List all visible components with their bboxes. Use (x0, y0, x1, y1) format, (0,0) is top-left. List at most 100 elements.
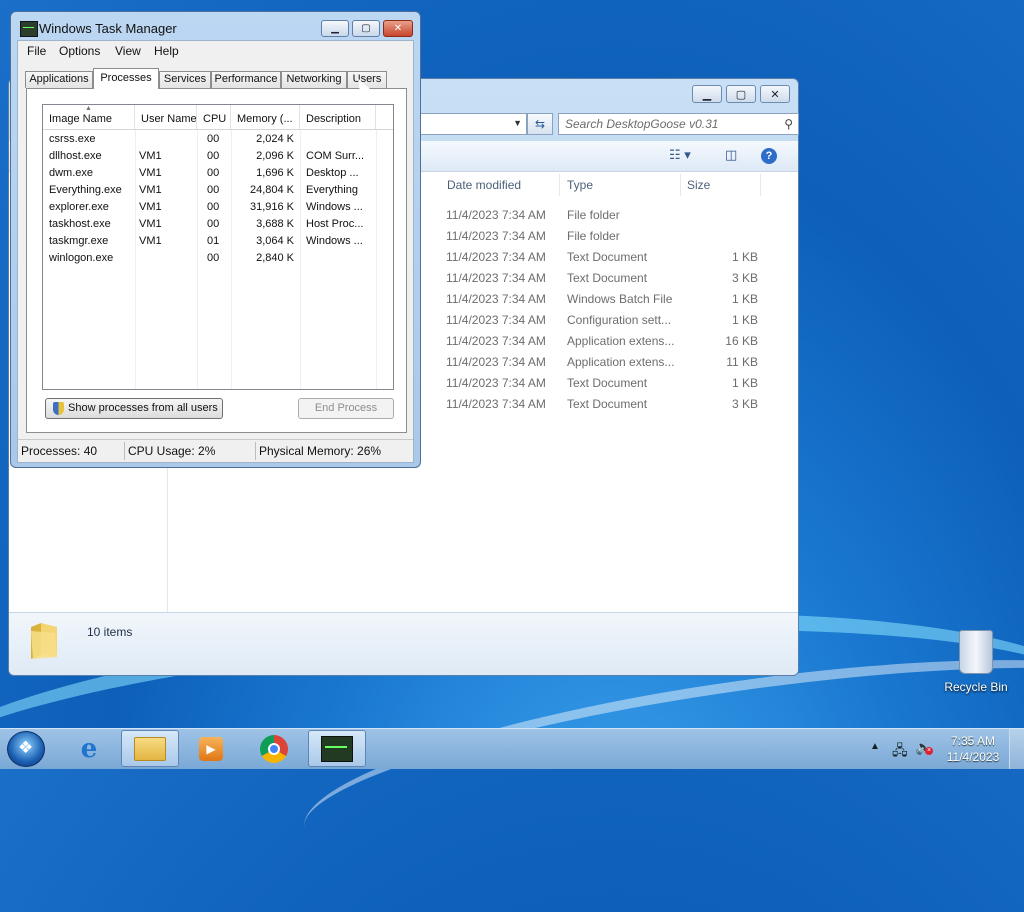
file-type: Text Document (567, 376, 648, 390)
taskbar-chrome[interactable] (245, 730, 303, 767)
process-description: Windows ... (306, 201, 363, 213)
chrome-icon (260, 734, 288, 763)
process-description: COM Surr... (306, 150, 365, 162)
table-row[interactable]: csrss.exe 00 2,024 K (43, 131, 393, 148)
process-name: Everything.exe (49, 184, 122, 196)
file-date: 11/4/2023 7:34 AM (446, 313, 546, 327)
table-row[interactable]: Everything.exe VM1 00 24,804 K Everything (43, 182, 393, 199)
column-type[interactable]: Type (567, 178, 593, 192)
close-button[interactable]: ✕ (760, 85, 790, 103)
column-image-name[interactable]: ▲ Image Name (43, 105, 135, 129)
process-memory: 2,024 K (256, 133, 294, 145)
column-cpu[interactable]: CPU (197, 105, 231, 129)
table-row[interactable]: dwm.exe VM1 00 1,696 K Desktop ... (43, 165, 393, 182)
menu-help[interactable]: Help (154, 44, 179, 58)
file-size: 1 KB (731, 313, 758, 327)
column-separator[interactable] (680, 174, 681, 196)
process-cpu: 00 (207, 150, 220, 162)
network-icon[interactable]: 🖧 (892, 740, 908, 764)
column-size[interactable]: Size (687, 178, 710, 192)
table-row[interactable]: dllhost.exe VM1 00 2,096 K COM Surr... (43, 148, 393, 165)
file-date: 11/4/2023 7:34 AM (446, 376, 546, 390)
process-name: winlogon.exe (49, 252, 114, 264)
file-type: Windows Batch File (567, 292, 673, 306)
taskbar-windows-explorer[interactable] (121, 730, 179, 767)
maximize-button[interactable]: ▢ (726, 85, 756, 103)
show-all-users-button[interactable]: Show processes from all users (45, 398, 223, 419)
processes-panel: ▲ Image Name User Name CPU Memory (... De… (26, 88, 407, 433)
process-memory: 31,916 K (249, 201, 294, 213)
clock-time: 7:35 AM (950, 734, 996, 748)
view-options-icon[interactable]: ☷ ▾ (669, 147, 691, 163)
search-placeholder: Search DesktopGoose v0.31 (565, 117, 719, 131)
menu-options[interactable]: Options (59, 44, 100, 58)
column-separator[interactable] (760, 174, 761, 196)
tab-networking[interactable]: Networking (281, 71, 347, 88)
address-bar[interactable]: ▼ (419, 113, 527, 135)
process-name: explorer.exe (49, 201, 109, 213)
menu-bar: File Options View Help (18, 41, 413, 61)
clock-date: 11/4/2023 (946, 750, 1000, 764)
status-bar: Processes: 40 CPU Usage: 2% Physical Mem… (18, 439, 413, 462)
recycle-bin-shortcut[interactable]: Recycle Bin (938, 630, 1014, 694)
process-memory: 3,064 K (256, 235, 294, 247)
details-pane: 10 items (9, 612, 798, 675)
table-row[interactable]: taskhost.exe VM1 00 3,688 K Host Proc... (43, 216, 393, 233)
status-processes: Processes: 40 (21, 444, 98, 458)
process-user: VM1 (139, 201, 162, 213)
explorer-caption-buttons: ▁ ▢ ✕ (692, 85, 790, 103)
file-type: Text Document (567, 250, 648, 264)
preview-pane-icon[interactable]: ◫ (725, 147, 737, 163)
tab-services[interactable]: Services (159, 71, 211, 88)
chevron-down-icon[interactable]: ▼ (513, 118, 522, 128)
table-row[interactable]: explorer.exe VM1 00 31,916 K Windows ... (43, 199, 393, 216)
help-icon[interactable]: ? (761, 148, 777, 164)
file-size: 1 KB (731, 292, 758, 306)
taskbar-task-manager[interactable] (308, 730, 366, 767)
status-cpu: CPU Usage: 2% (128, 444, 216, 458)
tab-applications[interactable]: Applications (25, 71, 93, 88)
minimize-button[interactable]: ▁ (692, 85, 722, 103)
minimize-button[interactable]: ▁ (321, 20, 349, 37)
show-hidden-icons-icon[interactable]: ▲ (870, 741, 880, 752)
taskbar-internet-explorer[interactable]: e (60, 730, 118, 767)
end-process-button[interactable]: End Process (298, 398, 394, 419)
process-list[interactable]: ▲ Image Name User Name CPU Memory (... De… (42, 104, 394, 390)
menu-view[interactable]: View (115, 44, 141, 58)
process-description: Windows ... (306, 235, 363, 247)
search-input[interactable]: Search DesktopGoose v0.31 ⚲ (558, 113, 799, 135)
menu-file[interactable]: File (27, 44, 46, 58)
table-row[interactable]: winlogon.exe 00 2,840 K (43, 250, 393, 267)
file-date: 11/4/2023 7:34 AM (446, 355, 546, 369)
process-cpu: 00 (207, 252, 220, 264)
maximize-button[interactable]: ▢ (352, 20, 380, 37)
tab-processes[interactable]: Processes (93, 68, 159, 89)
process-name: csrss.exe (49, 133, 96, 145)
taskbar-media-player[interactable]: ▶ (182, 730, 240, 767)
column-label: Memory (... (237, 113, 293, 125)
process-cpu: 00 (207, 201, 220, 213)
sort-ascending-icon: ▲ (85, 105, 92, 112)
start-button[interactable] (7, 731, 45, 767)
column-date-modified[interactable]: Date modified (447, 178, 521, 192)
system-clock[interactable]: 7:35 AM 11/4/2023 (944, 733, 1002, 765)
close-button[interactable]: ✕ (383, 20, 413, 37)
column-separator[interactable] (559, 174, 560, 196)
status-memory: Physical Memory: 26% (259, 444, 382, 458)
table-row[interactable]: taskmgr.exe VM1 01 3,064 K Windows ... (43, 233, 393, 250)
column-user-name[interactable]: User Name (135, 105, 197, 129)
file-size: 3 KB (731, 271, 758, 285)
window-title: Windows Task Manager (39, 21, 177, 36)
tab-performance[interactable]: Performance (211, 71, 281, 88)
column-label: Description (306, 113, 362, 125)
show-desktop-button[interactable] (1009, 729, 1024, 769)
process-cpu: 00 (207, 218, 220, 230)
column-memory[interactable]: Memory (... (231, 105, 300, 129)
column-description[interactable]: Description (300, 105, 376, 129)
refresh-button[interactable]: ⇆ (527, 113, 553, 135)
file-type: Text Document (567, 397, 648, 411)
button-label: Show processes from all users (68, 402, 218, 414)
folder-icon (31, 623, 57, 659)
column-label: CPU (203, 113, 227, 125)
search-icon[interactable]: ⚲ (784, 117, 793, 131)
